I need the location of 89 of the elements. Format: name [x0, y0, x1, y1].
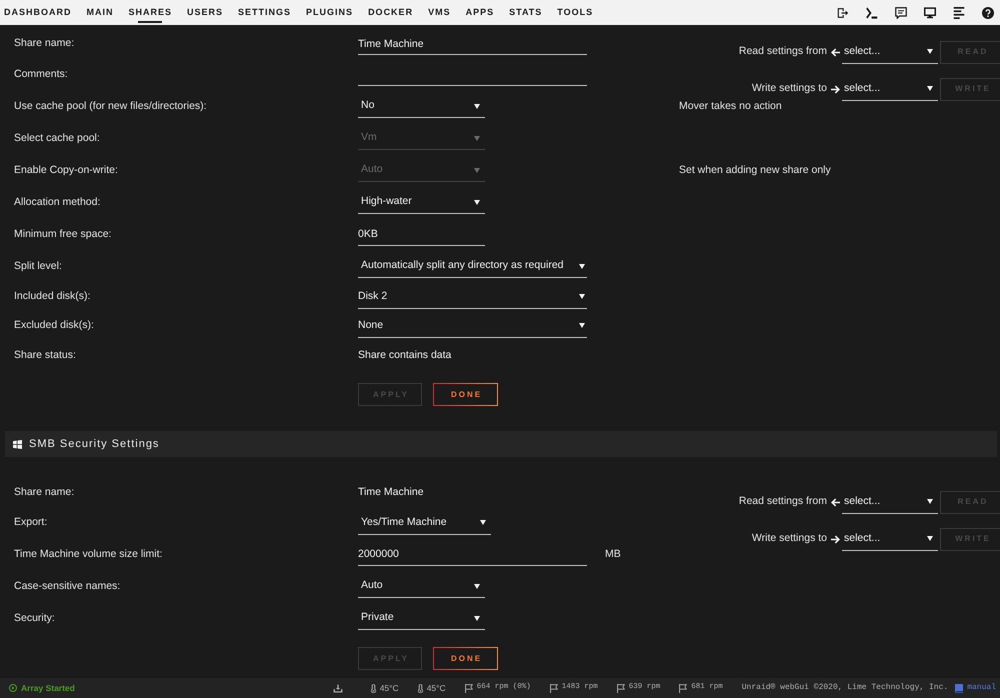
field-label: Export:: [14, 515, 48, 530]
play-circle-icon: [9, 684, 17, 692]
dropdown[interactable]: Private: [358, 607, 485, 630]
arrow-left-icon: [831, 498, 840, 506]
field-label: Security:: [14, 610, 55, 626]
arrow-left-icon: [831, 48, 840, 56]
nav-tab[interactable]: SETTINGS: [238, 0, 292, 25]
caret-icon: [579, 323, 585, 328]
four-squares-icon: [13, 440, 22, 448]
nav-tab[interactable]: USERS: [187, 0, 224, 25]
caret-icon: [927, 536, 933, 541]
caret-icon: [927, 499, 933, 504]
download-icon[interactable]: [332, 684, 343, 692]
value-text: Share contains data: [358, 348, 452, 363]
lines-icon[interactable]: [953, 6, 965, 18]
caret-icon: [474, 616, 480, 620]
field-label: Included disk(s):: [14, 289, 90, 304]
manual-link[interactable]: manual: [967, 682, 996, 694]
text-field[interactable]: 0KB: [358, 224, 485, 246]
chat-icon[interactable]: [895, 6, 907, 18]
nav-tab[interactable]: DOCKER: [368, 0, 414, 25]
help-text: Set when adding new share only: [679, 162, 831, 178]
dropdown[interactable]: Automatically split any directory as required: [358, 255, 587, 278]
arrow-right-icon: [831, 84, 840, 94]
thermometer-icon: [418, 684, 423, 692]
form-button[interactable]: DONE: [433, 647, 498, 670]
arrow-right-icon: [831, 534, 840, 544]
field-label: Split level:: [14, 258, 62, 274]
value-text: Time Machine: [358, 485, 424, 500]
caret-icon: [927, 86, 933, 91]
field-label: Share status:: [14, 348, 76, 363]
caret-icon: [927, 49, 933, 54]
array-status-text: Array Started: [21, 682, 75, 694]
form-button[interactable]: DONE: [433, 383, 498, 406]
caret-icon: [474, 200, 480, 204]
terminal-icon[interactable]: [866, 6, 878, 18]
unit-label: MB: [605, 546, 621, 562]
help-text: Mover takes no action: [679, 98, 782, 114]
settings-label: Read settings from: [738, 44, 827, 60]
field-label: Enable Copy-on-write:: [14, 162, 118, 178]
nav-tab[interactable]: VMS: [428, 0, 451, 25]
section-title: SMB Security Settings: [29, 436, 160, 452]
caret-icon: [474, 168, 480, 172]
flag-icon: [616, 684, 625, 692]
help-icon[interactable]: [982, 6, 994, 18]
field-label: Use cache pool (for new files/directories):: [14, 98, 207, 114]
nav-tab[interactable]: TOOLS: [557, 0, 594, 25]
thermometer-icon: [370, 684, 376, 692]
field-label: Share name:: [14, 485, 74, 500]
dropdown[interactable]: High-water: [358, 191, 485, 214]
nav-tab[interactable]: MAIN: [86, 0, 114, 25]
copyright-text: Unraid® webGui ©2020, Lime Technology, Inc.: [742, 682, 948, 694]
caret-icon: [579, 294, 585, 299]
caret-icon: [474, 104, 480, 108]
field-label: Excluded disk(s):: [14, 318, 94, 334]
flag-icon: [550, 684, 558, 692]
dropdown[interactable]: Yes/Time Machine: [358, 512, 491, 534]
caret-icon: [474, 584, 480, 588]
dropdown[interactable]: Auto: [358, 575, 485, 598]
text-field[interactable]: 2000000: [358, 544, 587, 566]
field-label: Time Machine volume size limit:: [14, 546, 162, 562]
settings-label: Write settings to: [752, 81, 827, 96]
flag-icon: [464, 684, 473, 692]
field-label: Comments:: [14, 67, 68, 82]
nav-tab[interactable]: APPS: [466, 0, 494, 25]
dropdown[interactable]: No: [358, 95, 485, 118]
monitor-icon[interactable]: [924, 6, 936, 18]
field-label: Allocation method:: [14, 194, 100, 210]
caret-icon: [474, 136, 480, 140]
nav-tab[interactable]: PLUGINS: [306, 0, 354, 25]
field-label: Minimum free space:: [14, 226, 112, 242]
book-icon: [955, 684, 964, 692]
field-label: Case-sensitive names:: [14, 578, 120, 594]
flag-icon: [679, 684, 688, 692]
text-field[interactable]: Time Machine: [358, 33, 587, 55]
caret-icon: [579, 264, 585, 268]
field-label: Select cache pool:: [14, 130, 100, 146]
dropdown[interactable]: None: [358, 314, 587, 338]
nav-tab[interactable]: SHARES: [128, 0, 172, 25]
status-reading: 45°C: [426, 682, 446, 694]
nav-tab[interactable]: DASHBOARD: [4, 0, 72, 25]
caret-icon: [480, 520, 486, 525]
settings-label: Read settings from: [738, 494, 827, 510]
dropdown[interactable]: Disk 2: [358, 286, 587, 308]
exit-arrow-icon[interactable]: [837, 6, 849, 18]
settings-label: Write settings to: [752, 531, 827, 546]
field-label: Share name:: [14, 36, 74, 52]
status-reading: 45°C: [380, 682, 399, 694]
nav-tab[interactable]: STATS: [509, 0, 542, 25]
